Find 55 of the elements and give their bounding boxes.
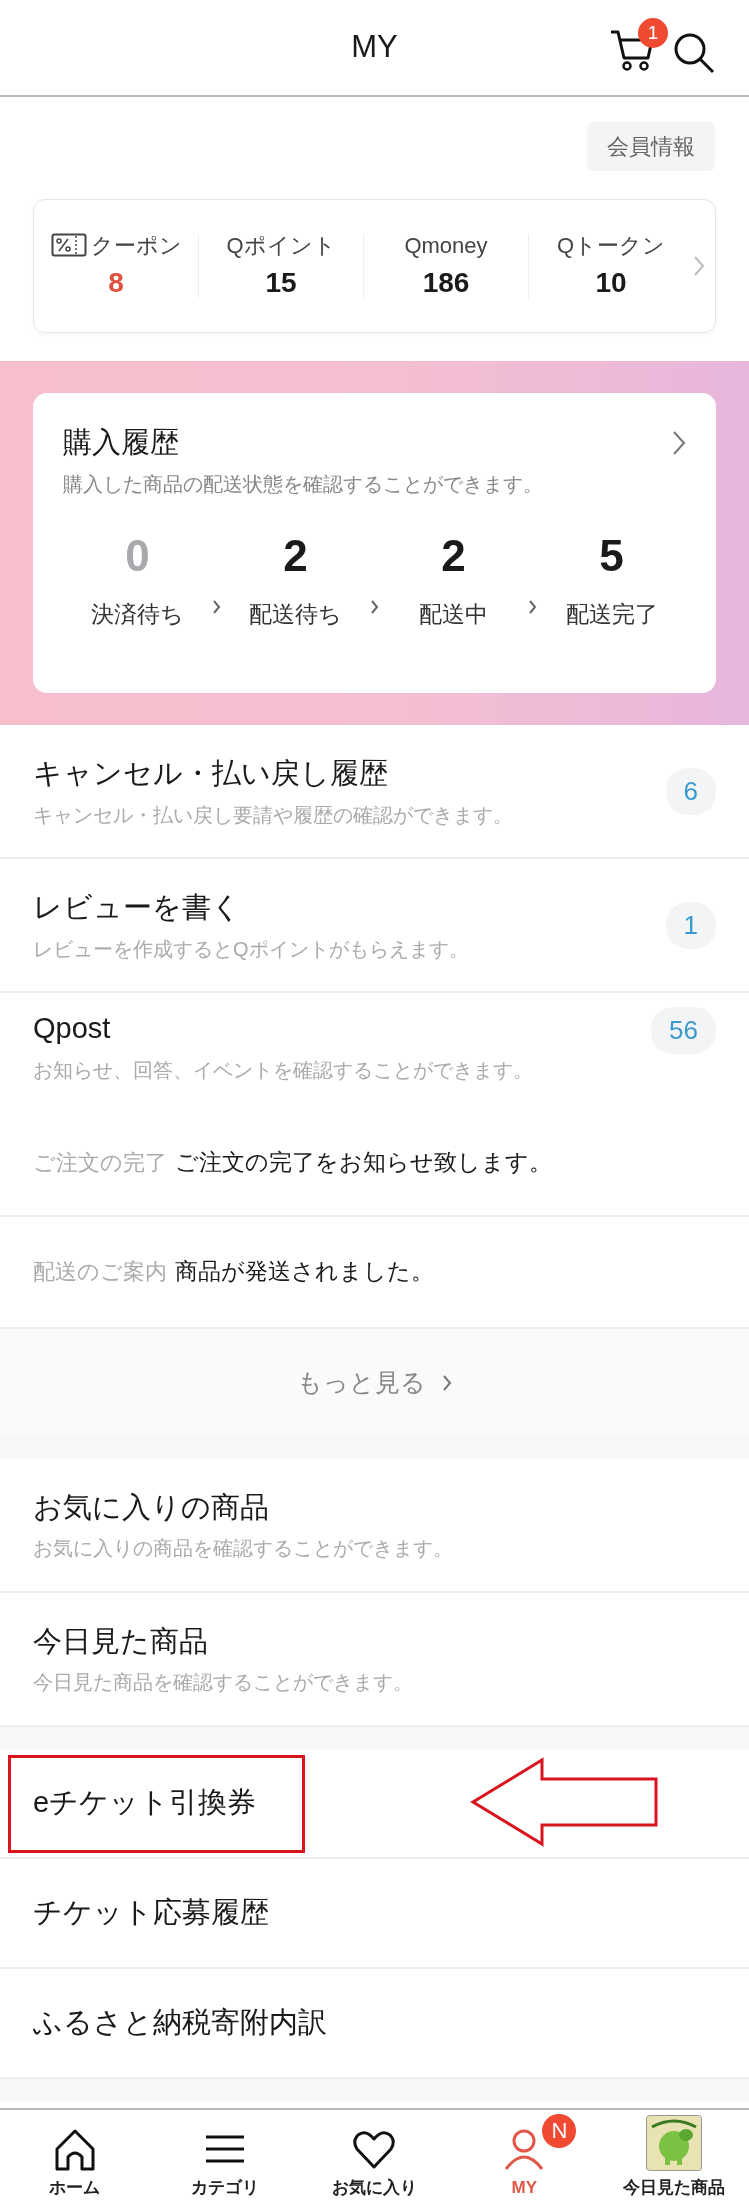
count-badge: 1 bbox=[665, 901, 716, 949]
status-label: 決済待ち bbox=[91, 599, 184, 629]
notification-badge: N bbox=[542, 2114, 577, 2148]
points-label: Qトークン bbox=[556, 231, 666, 260]
points-value: 186 bbox=[422, 265, 470, 300]
points-value: 15 bbox=[265, 265, 297, 300]
menu-item-description: レビューを作成するとQポイントがもらえます。 bbox=[33, 936, 470, 962]
menu-item-description: お知らせ、回答、イベントを確認することができます。 bbox=[33, 1057, 534, 1083]
purchase-card[interactable]: 購入履歴 購入した商品の配送状態を確認することができます。 0 決済待ち 2 配送待ち 2 配送中 5 配送完了 bbox=[33, 393, 716, 693]
card-description: 購入した商品の配送状態を確認することができます。 bbox=[63, 471, 544, 497]
notice-category: ご注文の完了 bbox=[33, 1149, 167, 1177]
cart-count-badge: 1 bbox=[638, 18, 668, 48]
nav-tab[interactable]: お気に入り bbox=[299, 2110, 450, 2204]
card-title: 購入履歴 bbox=[63, 425, 179, 460]
status-count[interactable]: 2 bbox=[441, 522, 466, 589]
menu-item-title[interactable]: Qpost bbox=[33, 1007, 652, 1051]
status-count[interactable]: 5 bbox=[599, 522, 624, 589]
menu-item-description: キャンセル・払い戻し要請や履歴の確認ができます。 bbox=[33, 802, 514, 828]
status-label: 配送完了 bbox=[565, 599, 658, 629]
page-title: MY bbox=[351, 28, 398, 67]
menu-item-title[interactable]: チケット応募履歴 bbox=[33, 1890, 716, 1935]
chevron-right-icon bbox=[528, 599, 537, 615]
points-value: 8 bbox=[108, 265, 124, 300]
menu-item-title[interactable]: キャンセル・払い戻し履歴 bbox=[33, 752, 666, 796]
chevron-right-icon bbox=[212, 599, 221, 615]
nav-tab[interactable]: ホーム bbox=[0, 2110, 150, 2204]
points-value: 10 bbox=[595, 265, 627, 300]
nav-tab[interactable]: 今日見た商品 bbox=[599, 2110, 749, 2204]
menu-item-title[interactable]: お気に入りの商品 bbox=[33, 1485, 716, 1530]
nav-tab[interactable]: カテゴリ bbox=[149, 2110, 300, 2204]
points-label: クーポン bbox=[90, 231, 182, 260]
points-label: Qポイント bbox=[226, 231, 336, 260]
chevron-right-icon bbox=[693, 255, 705, 277]
menu-item-description: 今日見た商品を確認することができます。 bbox=[33, 1670, 414, 1696]
search-icon[interactable] bbox=[673, 32, 715, 74]
status-label: 配送待ち bbox=[249, 599, 342, 629]
notice-message[interactable]: 商品が発送されました。 bbox=[175, 1254, 434, 1289]
status-label: 配送中 bbox=[419, 599, 488, 629]
count-badge: 56 bbox=[651, 1007, 716, 1054]
points-label: Qmoney bbox=[404, 231, 488, 260]
notice-category: 配送のご案内 bbox=[33, 1258, 167, 1286]
menu-item-title[interactable]: レビューを書く bbox=[33, 886, 666, 930]
nav-tab[interactable]: MY N bbox=[449, 2110, 600, 2204]
notice-message[interactable]: ご注文の完了をお知らせ致します。 bbox=[175, 1145, 552, 1180]
chevron-right-icon bbox=[442, 1373, 452, 1392]
chevron-right-icon bbox=[370, 599, 379, 615]
chevron-right-icon bbox=[672, 429, 686, 456]
menu-item-description: お気に入りの商品を確認することができます。 bbox=[33, 1536, 454, 1562]
menu-item-title[interactable]: ふるさと納税寄附内訳 bbox=[33, 2000, 716, 2045]
coupon-icon bbox=[50, 233, 87, 257]
menu-item-title[interactable]: 今日見た商品 bbox=[33, 1619, 716, 1664]
menu-item-title[interactable]: eチケット引換券 bbox=[33, 1780, 716, 1825]
count-badge: 6 bbox=[665, 767, 716, 815]
status-count[interactable]: 2 bbox=[283, 522, 308, 589]
member-info-button[interactable]: 会員情報 bbox=[587, 122, 715, 171]
